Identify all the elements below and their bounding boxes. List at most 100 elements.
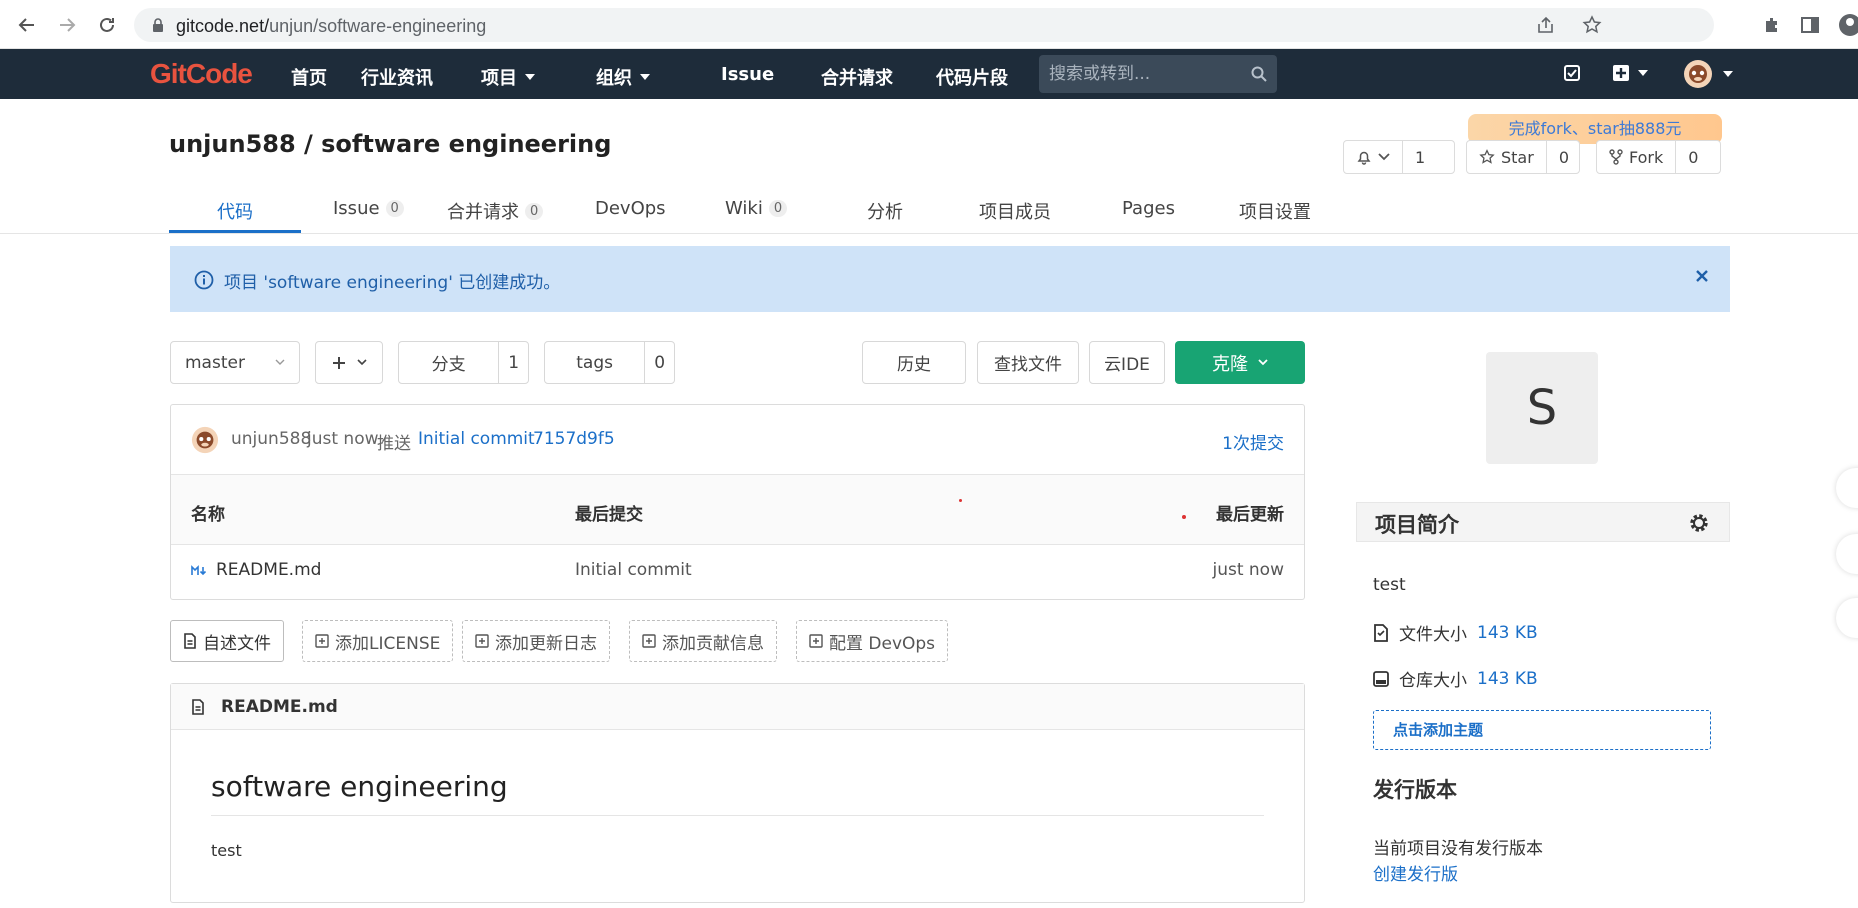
chevron-down-icon (525, 74, 535, 80)
nav-groups[interactable]: 组织 (596, 64, 650, 90)
nav-home[interactable]: 首页 (291, 64, 327, 90)
fork-button[interactable]: Fork 0 (1596, 140, 1721, 174)
avatar[interactable] (191, 426, 219, 454)
releases-title: 发行版本 (1373, 778, 1457, 802)
browser-toolbar: gitcode.net/unjun/software-engineering (0, 0, 1858, 49)
star-button[interactable]: Star 0 (1466, 140, 1580, 174)
tab-code[interactable]: 代码 (217, 198, 253, 224)
find-file-button[interactable]: 查找文件 (977, 341, 1079, 384)
history-button[interactable]: 历史 (862, 341, 966, 384)
commit-time: just now (307, 429, 379, 449)
chevron-down-icon (1638, 70, 1648, 76)
create-release-link[interactable]: 创建发行版 (1373, 860, 1458, 885)
intro-title: 项目简介 (1375, 513, 1459, 537)
search-icon[interactable] (1251, 66, 1267, 82)
tags-button[interactable]: tags 0 (544, 341, 675, 384)
gear-icon[interactable] (1687, 511, 1711, 535)
avatar (1684, 60, 1712, 88)
commit-sha[interactable]: 7157d9f5 (533, 429, 615, 449)
todo-checkbox-icon[interactable] (1563, 64, 1581, 82)
file-name[interactable]: README.md (216, 560, 321, 580)
file-updated: just now (1212, 560, 1284, 580)
commit-message[interactable]: Initial commit (418, 429, 535, 449)
star-icon (1479, 149, 1495, 164)
file-icon (184, 633, 196, 649)
gitcode-logo[interactable]: GitCode (150, 58, 253, 90)
readme-file-button[interactable]: 自述文件 (170, 620, 284, 662)
table-row[interactable]: README.md Initial commit just now (171, 545, 1304, 599)
share-icon[interactable] (1536, 16, 1556, 34)
nav-news[interactable]: 行业资讯 (361, 64, 433, 90)
nav-issue[interactable]: Issue (721, 64, 774, 85)
support-tab[interactable] (1836, 598, 1858, 638)
chevron-down-icon (1378, 153, 1390, 161)
nav-merge-requests[interactable]: 合并请求 (821, 64, 893, 90)
url-text: gitcode.net/unjun/software-engineering (176, 16, 487, 36)
qrcode-tab[interactable] (1836, 534, 1858, 574)
tab-devops[interactable]: DevOps (595, 198, 666, 219)
bookmark-star-icon[interactable] (1582, 15, 1602, 35)
search-box[interactable] (1039, 55, 1277, 93)
tab-pages[interactable]: Pages (1122, 198, 1175, 219)
project-intro-header: 项目简介 (1356, 502, 1730, 542)
add-topic-button[interactable]: 点击添加主题 (1373, 710, 1711, 750)
fork-count: 0 (1675, 141, 1710, 173)
hard-drive-icon (1373, 670, 1389, 687)
create-new-button[interactable] (1612, 64, 1648, 82)
markdown-icon (191, 565, 207, 576)
tab-issue[interactable]: Issue 0 (333, 198, 404, 219)
commit-action: 推送 (377, 434, 411, 454)
add-dropdown-button[interactable] (315, 341, 383, 384)
notification-button[interactable]: 1 (1343, 140, 1455, 174)
tab-settings[interactable]: 项目设置 (1239, 198, 1311, 224)
red-dot (1182, 515, 1186, 519)
divider (211, 815, 1264, 816)
success-alert: 项目 'software engineering' 已创建成功。 (170, 246, 1730, 312)
nav-projects[interactable]: 项目 (481, 64, 535, 90)
info-icon (194, 270, 214, 290)
sidepanel-icon[interactable] (1800, 15, 1820, 35)
clone-button[interactable]: 克隆 (1175, 341, 1305, 384)
feedback-tab[interactable] (1836, 468, 1858, 508)
readme-body: test (211, 841, 242, 860)
extensions-icon[interactable] (1762, 15, 1782, 35)
plus-square-icon (642, 634, 656, 648)
forward-arrow-icon[interactable] (54, 12, 80, 38)
file-last-commit[interactable]: Initial commit (575, 560, 692, 580)
commit-author[interactable]: unjun588 (231, 429, 311, 449)
branches-button[interactable]: 分支 1 (398, 341, 529, 384)
notification-count: 1 (1402, 141, 1437, 173)
add-contributing-button[interactable]: 添加贡献信息 (629, 620, 777, 662)
configure-devops-button[interactable]: 配置 DevOps (796, 620, 949, 662)
tab-members[interactable]: 项目成员 (979, 198, 1051, 224)
user-menu[interactable] (1683, 59, 1733, 89)
tab-wiki[interactable]: Wiki 0 (725, 198, 788, 219)
commit-count-link[interactable]: 1次提交 (1222, 429, 1284, 454)
fork-icon (1609, 149, 1623, 165)
add-changelog-button[interactable]: 添加更新日志 (462, 620, 610, 662)
readme-filename: README.md (221, 697, 338, 717)
address-bar[interactable]: gitcode.net/unjun/software-engineering (134, 8, 1714, 42)
profile-icon[interactable] (1838, 13, 1858, 37)
search-input[interactable] (1049, 61, 1239, 87)
notification-dropdown[interactable] (1344, 141, 1402, 173)
column-header-last-commit: 最后提交 (575, 505, 643, 525)
chevron-down-icon (640, 74, 650, 80)
reload-icon[interactable] (94, 12, 120, 38)
project-tabs: 代码 Issue 0 合并请求 0 DevOps Wiki 0 分析 项目成员 Pag… (0, 190, 1858, 234)
plus-square-icon (475, 634, 489, 648)
tab-merge-requests[interactable]: 合并请求 0 (447, 198, 544, 224)
tags-label: tags (576, 352, 613, 373)
back-arrow-icon[interactable] (14, 12, 40, 38)
nav-snippets[interactable]: 代码片段 (936, 64, 1008, 90)
close-icon[interactable] (1694, 268, 1710, 284)
tab-badge: 0 (768, 200, 788, 217)
project-title[interactable]: unjun588 / software engineering (169, 130, 611, 158)
branch-selector[interactable]: master (170, 341, 300, 384)
cloud-ide-button[interactable]: 云IDE (1089, 341, 1165, 384)
tab-badge: 0 (525, 202, 544, 220)
repo-size-row: 仓库大小 143 KB (1373, 666, 1538, 691)
branch-name: master (185, 352, 245, 373)
tab-analytics[interactable]: 分析 (867, 198, 903, 224)
add-license-button[interactable]: 添加LICENSE (302, 620, 454, 662)
